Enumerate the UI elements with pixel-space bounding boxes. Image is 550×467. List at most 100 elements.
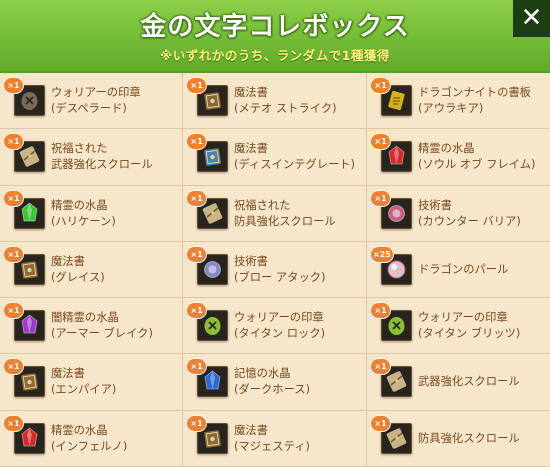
item-name-line1: 魔法書 [234,86,268,99]
quantity-badge: ×1 [187,190,206,206]
item-name-line2: (タイタン ロック) [234,327,326,341]
item-name-line2: (グレイス) [51,270,105,284]
item-name-line1: 祝福された [234,198,291,212]
item-name-line2: (タイタン ブリッツ) [418,327,521,341]
item-name-line2: (ハリケーン) [51,214,116,228]
quantity-badge: ×1 [187,134,206,150]
reward-item-grid: ×1 ウォリアーの印章 (デスペラード) ×1 魔法書 (メテオ ストライク) ×1 ドラゴン… [0,73,550,467]
item-name: 魔法書 (グレイス) [51,254,179,286]
item-name: 魔法書 (マジェスティ) [234,423,362,455]
reward-item: ×1 精霊の水晶 (ハリケーン) [0,185,183,242]
item-name: ウォリアーの印章 (デスペラード) [51,85,179,117]
quantity-badge: ×1 [4,134,23,150]
reward-item: ×1 魔法書 (メテオ ストライク) [183,73,367,130]
item-name-line1: 記憶の水晶 [234,367,291,381]
item-name-line1: 魔法書 [51,367,85,381]
reward-item: ×1 武器強化スクロール [367,354,550,411]
item-name: 魔法書 (ディスインテグレート) [234,141,362,173]
quantity-badge: ×1 [371,78,390,93]
item-name: 技術書 (カウンター バリア) [418,198,546,230]
item-name-line1: 魔法書 [234,142,268,156]
item-name-line1: ドラゴンナイトの書板 [418,86,531,99]
reward-item: ×1 魔法書 (ディスインテグレート) [183,129,367,186]
item-name-line2: (マジェスティ) [234,439,310,453]
item-name-line2: (アウラキア) [418,102,484,115]
quantity-badge: ×1 [187,303,206,319]
quantity-badge: ×1 [187,246,206,262]
item-name-line2: (ディスインテグレート) [234,158,355,172]
reward-item: ×1 闇精霊の水晶 (アーマー ブレイク) [0,298,183,355]
quantity-badge: ×1 [4,415,23,431]
item-name: 精霊の水晶 (インフェルノ) [51,423,179,455]
item-name-line2: (エンパイア) [51,383,117,397]
item-name-line1: 技術書 [418,198,452,212]
item-name-line2: (インフェルノ) [51,439,128,453]
item-name-line1: 防具強化スクロール [418,431,520,445]
quantity-badge: ×1 [4,303,23,319]
item-name-line2: 武器強化スクロール [51,158,153,172]
item-name-line1: 精霊の水晶 [51,198,108,212]
quantity-badge: ×1 [371,303,390,319]
page-subtitle: ※いずれかのうち、ランダムで1種獲得 [160,48,390,63]
item-name-line2: (メテオ ストライク) [234,102,337,115]
item-name-line2: (カウンター バリア) [418,214,521,228]
item-name-line2: (デスペラード) [51,102,127,115]
reward-item: ×1 記憶の水晶 (ダークホース) [183,354,367,411]
item-name: 祝福された武器強化スクロール [51,141,179,173]
item-name-line1: 闇精霊の水晶 [51,311,119,325]
page-title: 金の文字コレボックス [140,12,410,42]
reward-item: ×1 技術書 (カウンター バリア) [367,185,550,242]
reward-item: ×1 魔法書 (マジェスティ) [183,410,367,467]
quantity-badge: ×1 [371,134,390,150]
quantity-badge: ×1 [187,359,206,375]
item-name-line1: ウォリアーの印章 [51,86,141,99]
item-name-line1: 魔法書 [234,423,268,437]
item-name-line1: 武器強化スクロール [418,375,520,389]
item-name-line2: (アーマー ブレイク) [51,327,153,341]
reward-item: ×1 ウォリアーの印章 (デスペラード) [0,73,183,130]
item-name: 闇精霊の水晶 (アーマー ブレイク) [51,310,179,342]
item-name-line2: 防具強化スクロール [234,214,336,228]
reward-item: ×1 精霊の水晶 (ソウル オブ フレイム) [367,129,550,186]
item-name-line1: ウォリアーの印章 [418,311,508,325]
quantity-badge: ×1 [187,78,206,93]
header: 金の文字コレボックス ※いずれかのうち、ランダムで1種獲得 ✕ [0,0,550,73]
item-name: 防具強化スクロール [418,431,546,447]
reward-item: ×1 魔法書 (エンパイア) [0,354,183,411]
item-name: 精霊の水晶 (ソウル オブ フレイム) [418,141,546,173]
reward-item: ×1 防具強化スクロール [367,410,550,467]
item-name: 精霊の水晶 (ハリケーン) [51,198,179,230]
quantity-badge: ×25 [371,246,393,262]
reward-item: ×1 ドラゴンナイトの書板 (アウラキア) [367,73,550,130]
quantity-badge: ×1 [371,190,390,206]
item-name-line2: (ダークホース) [234,383,311,397]
item-name-line1: 魔法書 [51,254,85,268]
item-name: 祝福された防具強化スクロール [234,198,362,230]
item-name: ウォリアーの印章 (タイタン ロック) [234,310,362,342]
quantity-badge: ×1 [4,246,23,262]
item-name-line1: 精霊の水晶 [51,423,108,437]
reward-item: ×1 魔法書 (グレイス) [0,241,183,299]
close-button[interactable]: ✕ [513,0,550,37]
item-name-line2: (ソウル オブ フレイム) [418,158,536,172]
quantity-badge: ×1 [4,190,23,206]
reward-item: ×1 ウォリアーの印章 (タイタン ブリッツ) [367,298,550,355]
item-name-line1: 祝福された [51,142,108,156]
quantity-badge: ×1 [371,415,390,431]
item-name: 魔法書 (エンパイア) [51,366,179,398]
reward-item: ×1 精霊の水晶 (インフェルノ) [0,410,183,467]
item-name-line1: ドラゴンのパール [418,262,509,276]
reward-item: ×1 祝福された武器強化スクロール [0,129,183,186]
reward-item: ×1 技術書 (ブロー アタック) [183,241,367,299]
gold-letter-collection-box-panel: 金の文字コレボックス ※いずれかのうち、ランダムで1種獲得 ✕ ×1 ウォリアーの… [0,0,550,467]
item-name: 武器強化スクロール [418,374,546,390]
close-icon: ✕ [520,3,543,33]
reward-item: ×1 ウォリアーの印章 (タイタン ロック) [183,298,367,355]
reward-item: ×1 祝福された防具強化スクロール [183,185,367,242]
quantity-badge: ×1 [187,415,206,431]
item-name: ドラゴンナイトの書板 (アウラキア) [418,85,546,117]
quantity-badge: ×1 [4,78,23,93]
reward-item: ×25 ドラゴンのパール [367,241,550,299]
item-name: ウォリアーの印章 (タイタン ブリッツ) [418,310,546,342]
item-name: 魔法書 (メテオ ストライク) [234,85,362,117]
